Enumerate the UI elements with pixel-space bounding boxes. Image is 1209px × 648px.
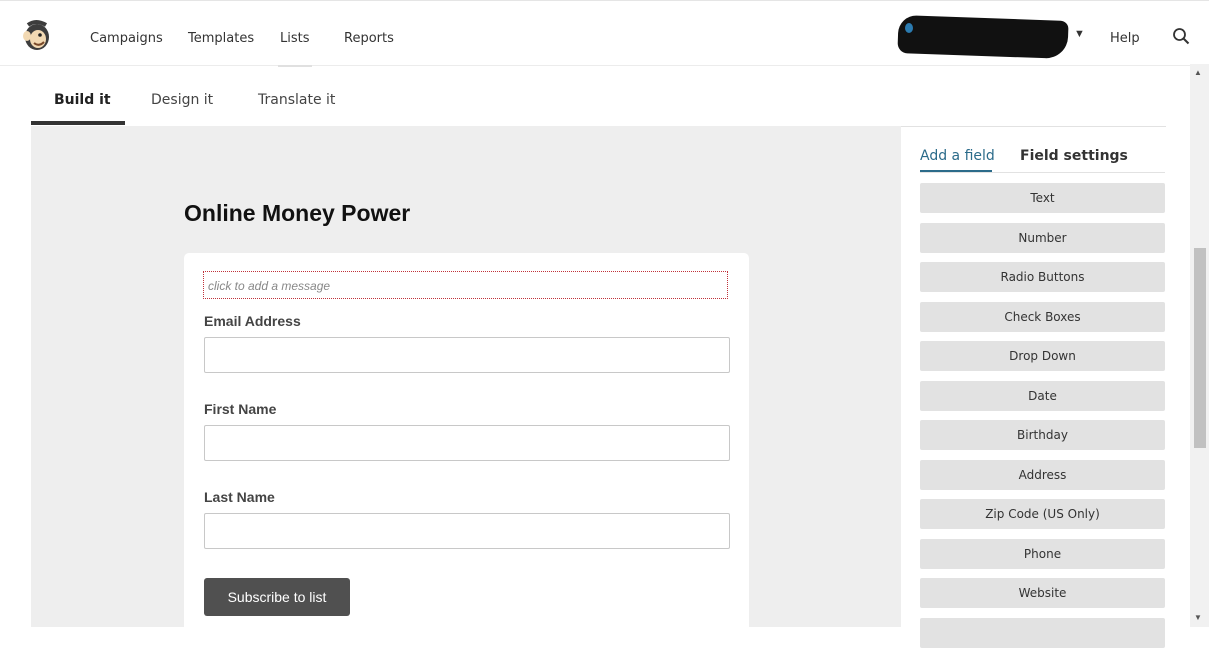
nav-campaigns[interactable]: Campaigns: [90, 31, 163, 46]
last-name-label[interactable]: Last Name: [204, 489, 275, 505]
add-field-date[interactable]: Date: [920, 381, 1165, 411]
last-name-input[interactable]: [204, 513, 730, 549]
add-field-birthday[interactable]: Birthday: [920, 420, 1165, 450]
add-field-address[interactable]: Address: [920, 460, 1165, 490]
scroll-up-arrow-icon[interactable]: ▲: [1194, 68, 1202, 77]
first-name-input[interactable]: [204, 425, 730, 461]
scrollbar-thumb[interactable]: [1194, 248, 1206, 448]
mailchimp-logo-icon[interactable]: [20, 18, 54, 52]
search-icon[interactable]: [1172, 27, 1190, 45]
message-placeholder: click to add a message: [208, 279, 331, 293]
add-field-zip-code[interactable]: Zip Code (US Only): [920, 499, 1165, 529]
subscribe-button[interactable]: Subscribe to list: [204, 578, 350, 616]
first-name-label[interactable]: First Name: [204, 401, 276, 417]
builder-tabs: Build it Design it Translate it: [31, 64, 1166, 127]
active-tab-indicator: [31, 121, 125, 125]
add-field-check-boxes[interactable]: Check Boxes: [920, 302, 1165, 332]
message-field[interactable]: click to add a message: [203, 271, 728, 299]
nav-templates[interactable]: Templates: [188, 31, 254, 46]
tab-design-it[interactable]: Design it: [151, 92, 213, 108]
form-title[interactable]: Online Money Power: [184, 200, 410, 227]
add-field-number[interactable]: Number: [920, 223, 1165, 253]
panel-tab-indicator: [920, 170, 992, 172]
email-address-input[interactable]: [204, 337, 730, 373]
nav-reports[interactable]: Reports: [344, 31, 394, 46]
tab-add-a-field[interactable]: Add a field: [920, 148, 995, 164]
email-address-label[interactable]: Email Address: [204, 313, 301, 329]
scroll-down-arrow-icon[interactable]: ▼: [1194, 613, 1202, 622]
add-field-more[interactable]: [920, 618, 1165, 648]
add-field-drop-down[interactable]: Drop Down: [920, 341, 1165, 371]
tab-translate-it[interactable]: Translate it: [258, 92, 335, 108]
add-field-radio-buttons[interactable]: Radio Buttons: [920, 262, 1165, 292]
tab-field-settings[interactable]: Field settings: [1020, 148, 1128, 164]
add-field-phone[interactable]: Phone: [920, 539, 1165, 569]
nav-lists[interactable]: Lists: [278, 31, 311, 67]
add-field-website[interactable]: Website: [920, 578, 1165, 608]
top-navigation: Campaigns Templates Lists Reports ▼ Help: [0, 0, 1209, 67]
tab-build-it[interactable]: Build it: [54, 92, 111, 108]
add-field-text[interactable]: Text: [920, 183, 1165, 213]
help-link[interactable]: Help: [1110, 31, 1140, 46]
redacted-account-name[interactable]: [897, 15, 1069, 59]
account-avatar: [905, 23, 913, 33]
chevron-down-icon[interactable]: ▼: [1074, 28, 1085, 40]
field-panel-tabs: Add a field Field settings: [920, 146, 1165, 173]
